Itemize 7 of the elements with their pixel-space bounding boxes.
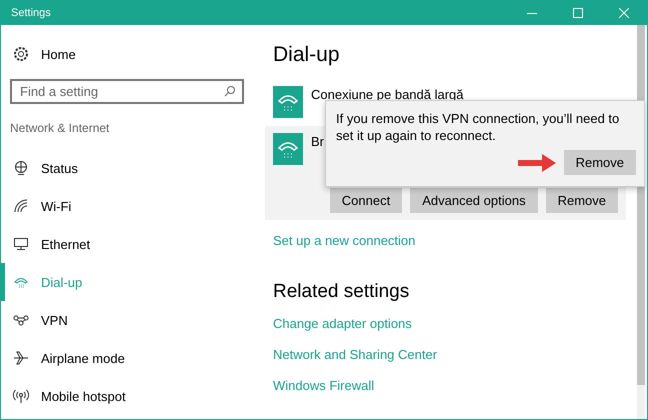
section-heading: Network & Internet: [10, 121, 110, 135]
connection-name: Conexiune pe bandă largă: [311, 87, 464, 102]
window-title: Settings: [10, 7, 51, 19]
page-title: Dial-up: [273, 43, 340, 67]
flyout-message: If you remove this VPN connection, you’ll need to set it up again to reconnect.: [336, 110, 620, 144]
section-title: Related settings: [273, 281, 410, 303]
connection-name: Br: [311, 134, 324, 149]
